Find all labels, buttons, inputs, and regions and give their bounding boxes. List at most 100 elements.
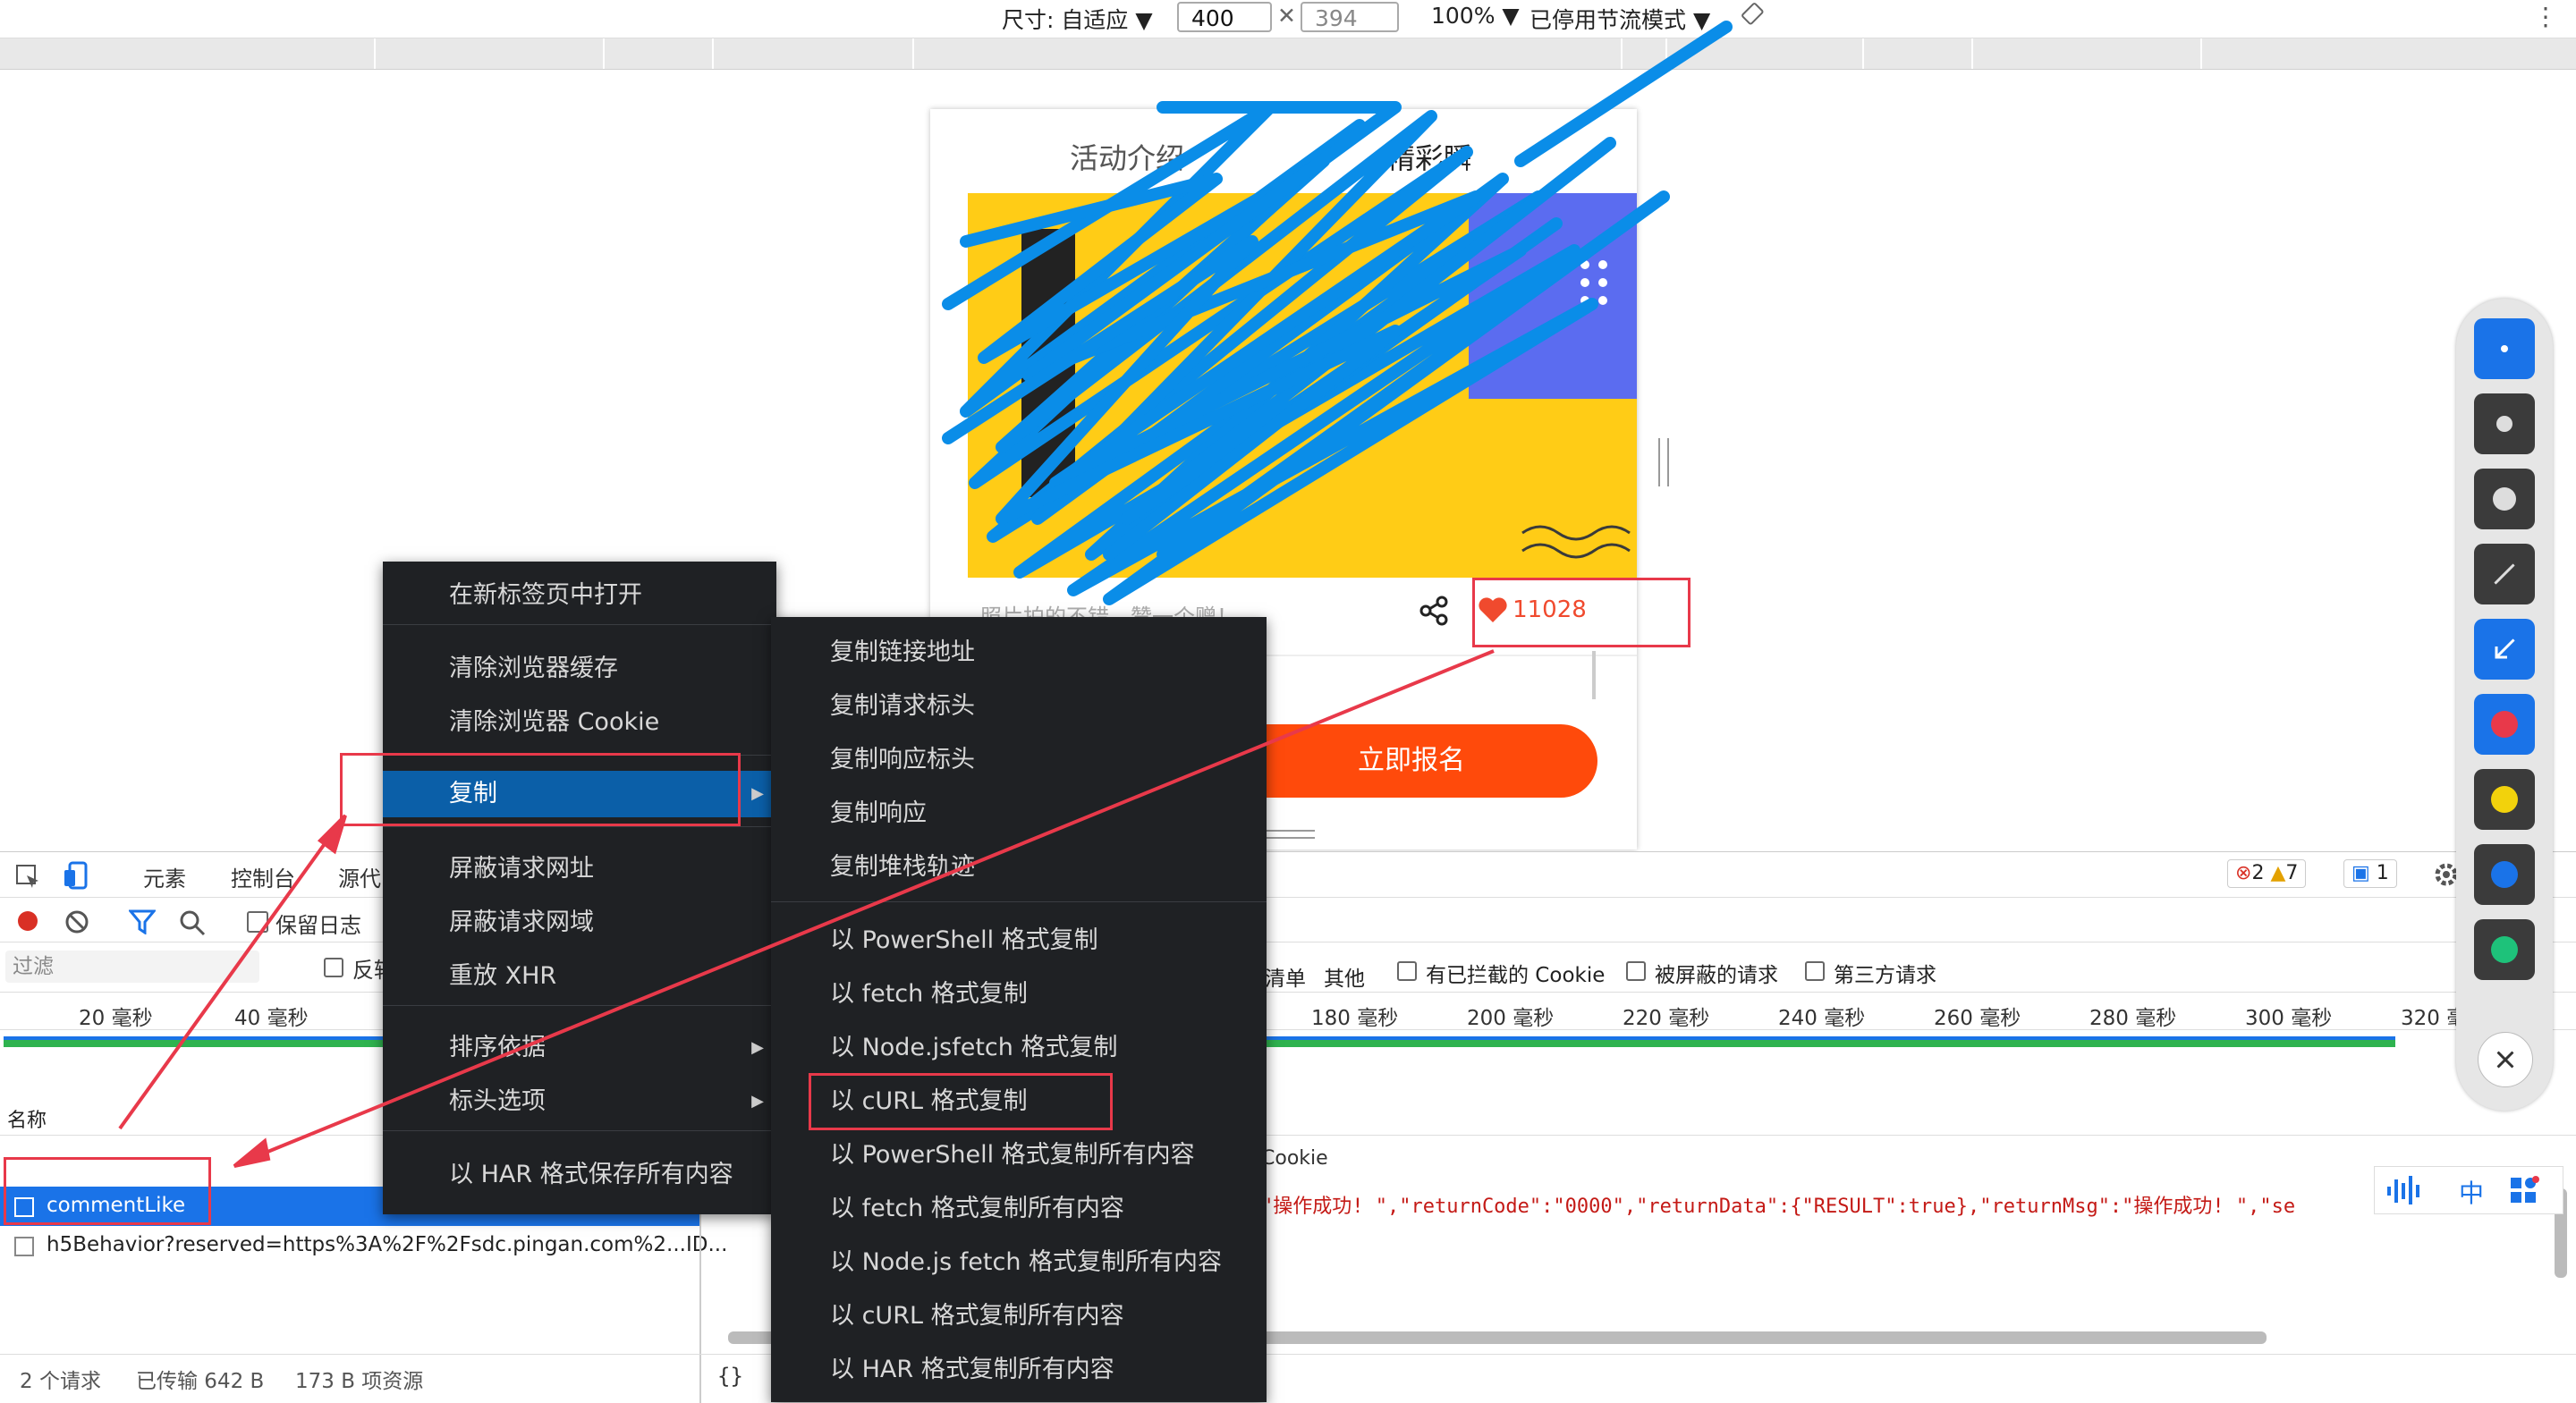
menu-item-copy-stack[interactable]: 复制堆栈轨迹 [771,844,1267,891]
invert-checkbox[interactable] [324,958,343,977]
width-input[interactable]: 400 [1177,2,1272,32]
height-input[interactable]: 394 [1301,2,1399,32]
timeline-tick: 240 毫秒 [1778,1007,1866,1030]
menu-item-copy-all-har[interactable]: 以 HAR 格式复制所有内容 [771,1347,1267,1393]
submenu-arrow-icon: ▶ [751,1092,764,1111]
menu-item-copy-link[interactable]: 复制链接地址 [771,630,1267,676]
blocked-requests-checkbox[interactable] [1626,961,1646,981]
cookie-tab[interactable]: Cookie [1261,1147,1328,1170]
scrollbar[interactable] [1592,651,1596,699]
menu-item-sort-by[interactable]: 排序依据 ▶ [383,1025,776,1071]
blocked-cookie-label: 有已拦截的 Cookie [1426,964,1606,987]
clear-icon[interactable] [64,909,89,934]
throttle-dropdown[interactable]: 已停用节流模式 ▼ [1530,3,1710,35]
annotation-like-box [1472,578,1690,647]
color-yellow-button[interactable] [2474,769,2535,830]
color-red-button[interactable] [2474,694,2535,755]
ime-language[interactable]: 中 [2459,1174,2484,1210]
rotate-icon[interactable] [1741,2,1766,27]
menu-item-copy-all-powershell[interactable]: 以 PowerShell 格式复制所有内容 [771,1132,1267,1179]
close-pen-button[interactable] [2478,1032,2533,1087]
arrow-tool-button[interactable] [2474,619,2535,680]
issues-badge[interactable]: ⊗2 ▲7 [2227,859,2307,888]
message-icon: ▣ [2351,862,2370,884]
voice-input-icon[interactable] [2385,1174,2425,1206]
device-toggle-icon[interactable] [63,861,89,890]
menu-item-clear-cache[interactable]: 清除浏览器缓存 [383,646,776,692]
pretty-print-button[interactable]: {} [717,1364,743,1389]
preserve-log-label: 保留日志 [275,913,361,938]
table-row[interactable]: h5Behavior?reserved=https%3A%2F%2Fsdc.pi… [0,1226,727,1265]
timeline-tick: 40 毫秒 [234,1007,309,1030]
tab-console[interactable]: 控制台 [231,861,295,892]
warning-icon: ▲ [2270,862,2286,884]
ime-menu-icon[interactable] [2509,1176,2539,1206]
menu-item-copy-all-fetch[interactable]: 以 fetch 格式复制所有内容 [771,1186,1267,1232]
blocked-cookie-checkbox[interactable] [1397,961,1417,981]
status-requests: 2 个请求 [20,1370,101,1393]
third-party-checkbox[interactable] [1805,961,1825,981]
timeline-tick: 20 毫秒 [79,1007,153,1030]
menu-item-copy-nodejs-fetch[interactable]: 以 Node.jsfetch 格式复制 [771,1025,1267,1071]
size-dropdown[interactable]: 尺寸: 自适应 ▼ [1002,3,1153,35]
menu-item-copy-all-curl[interactable]: 以 cURL 格式复制所有内容 [771,1293,1267,1340]
dimension-times-icon: ✕ [1277,3,1296,29]
menu-item-replay-xhr[interactable]: 重放 XHR [383,953,776,1000]
request-name: h5Behavior?reserved=https%3A%2F%2Fsdc.pi… [47,1233,728,1256]
menu-item-clear-cookie[interactable]: 清除浏览器 Cookie [383,699,776,746]
pen-size-medium-button[interactable] [2474,393,2535,454]
line-tool-button[interactable] [2474,544,2535,604]
tab-highlights[interactable]: 精彩瞬 [1386,136,1472,177]
name-column-header[interactable]: 名称 [7,1104,47,1133]
pen-size-small-button[interactable] [2474,318,2535,379]
messages-badge[interactable]: ▣ 1 [2343,859,2397,888]
menu-item-sort-label: 排序依据 [449,1034,546,1061]
timeline-tick: 260 毫秒 [1934,1007,2021,1030]
menu-item-open-new-tab[interactable]: 在新标签页中打开 [383,572,776,619]
menu-item-save-har[interactable]: 以 HAR 格式保存所有内容 [383,1152,776,1198]
type-filter-manifest[interactable]: 清单 [1265,961,1306,992]
color-green-button[interactable] [2474,919,2535,980]
activity-banner-image [968,193,1637,578]
network-context-menu: 在新标签页中打开 清除浏览器缓存 清除浏览器 Cookie 复制 ▶ 屏蔽请求网址… [383,562,776,1214]
timeline-tick: 280 毫秒 [2089,1007,2177,1030]
menu-item-copy-fetch[interactable]: 以 fetch 格式复制 [771,971,1267,1018]
tab-sources[interactable]: 源代 [338,861,381,892]
menu-item-copy-response-headers[interactable]: 复制响应标头 [771,737,1267,783]
search-icon[interactable] [179,909,206,936]
color-blue-button[interactable] [2474,844,2535,905]
message-count: 1 [2376,862,2389,884]
warning-count: 7 [2285,862,2299,884]
menu-item-header-options[interactable]: 标头选项 ▶ [383,1078,776,1125]
tab-activity-intro[interactable]: 活动介绍 [1070,136,1184,177]
annotation-curl-box [809,1073,1113,1130]
media-query-ruler[interactable] [0,38,2576,70]
row-checkbox[interactable] [14,1237,34,1256]
type-filter-other[interactable]: 其他 [1324,961,1365,992]
menu-item-copy-request-headers[interactable]: 复制请求标头 [771,683,1267,730]
status-transferred: 已传输 642 B [136,1370,265,1393]
viewport-resize-handle-right[interactable] [1658,438,1669,486]
preserve-log-checkbox[interactable] [247,911,268,933]
inspect-element-icon[interactable] [14,863,41,890]
third-party-label: 第三方请求 [1834,964,1936,987]
filter-input[interactable]: 过滤 [5,951,259,983]
error-icon: ⊗ [2235,862,2252,884]
filter-icon[interactable] [129,909,156,934]
menu-item-copy-powershell[interactable]: 以 PowerShell 格式复制 [771,917,1267,964]
blocked-requests-label: 被屏蔽的请求 [1655,964,1778,987]
menu-item-copy-all-nodejs-fetch[interactable]: 以 Node.js fetch 格式复制所有内容 [771,1239,1267,1286]
menu-item-copy-response[interactable]: 复制响应 [771,790,1267,837]
menu-item-header-label: 标头选项 [449,1087,546,1115]
tab-elements[interactable]: 元素 [143,861,186,892]
device-toolbar: 尺寸: 自适应 ▼ 400 ✕ 394 100% ▼ 已停用节流模式 ▼ ⋮ [0,0,2576,38]
close-icon [2496,1050,2515,1069]
pen-size-large-button[interactable] [2474,469,2535,529]
record-button[interactable] [18,911,38,931]
menu-item-block-domain[interactable]: 屏蔽请求网域 [383,900,776,946]
zoom-dropdown[interactable]: 100% ▼ [1431,3,1520,29]
more-options-icon[interactable]: ⋮ [2533,2,2558,31]
menu-item-block-url[interactable]: 屏蔽请求网址 [383,846,776,892]
signup-button[interactable]: 立即报名 [1225,724,1597,798]
share-icon[interactable] [1419,596,1449,626]
